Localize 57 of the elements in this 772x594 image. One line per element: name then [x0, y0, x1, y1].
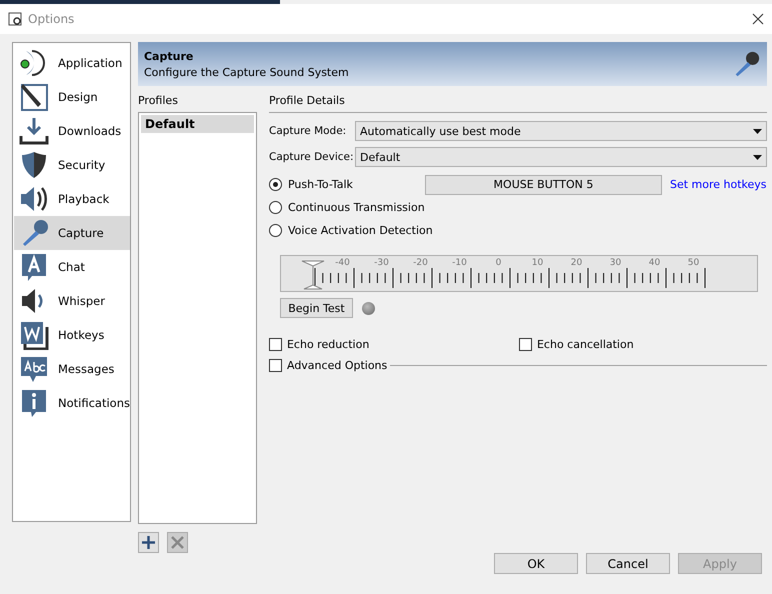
radio-option[interactable]: Voice Activation Detection — [268, 224, 433, 238]
header-title: Capture — [144, 50, 194, 63]
sidebar-item[interactable]: Design — [14, 80, 130, 114]
sidebar-item[interactable]: Security — [14, 148, 130, 182]
close-icon[interactable] — [752, 13, 764, 26]
tick-label: -30 — [373, 258, 390, 268]
caret-icon — [752, 128, 762, 134]
radio-option[interactable]: Push-To-Talk — [268, 178, 425, 192]
radio-button[interactable] — [268, 201, 282, 214]
caret-icon — [752, 154, 762, 160]
tick-label: 10 — [530, 258, 544, 268]
tick-label: 50 — [686, 258, 700, 268]
radio-button[interactable] — [268, 178, 282, 192]
details-heading: Profile Details — [268, 94, 346, 108]
hotkeys-link[interactable]: Set more hotkeys — [670, 178, 767, 192]
hotkey-button[interactable]: MOUSE BUTTON 5 — [424, 174, 662, 195]
tick-label: 0 — [494, 258, 502, 268]
slider-handle[interactable] — [300, 258, 325, 290]
dialog-button[interactable]: Cancel — [586, 553, 670, 574]
plus-icon — [140, 535, 156, 550]
keyboard-key-icon — [18, 320, 50, 350]
download-icon — [18, 116, 50, 146]
sidebar-item[interactable]: Chat — [14, 250, 130, 284]
tick-label: -20 — [412, 258, 429, 268]
dialog-button[interactable]: OK — [494, 553, 578, 574]
tick-label: 20 — [570, 258, 584, 268]
sidebar-item[interactable]: Notifications — [14, 386, 130, 420]
sidebar-item[interactable]: Whisper — [14, 284, 130, 318]
text-bubble-icon — [18, 354, 50, 384]
dropdown-field[interactable]: Default — [354, 147, 767, 168]
radio-button[interactable] — [268, 224, 282, 238]
begin-test-button[interactable]: Begin Test — [280, 298, 353, 318]
threshold-slider[interactable]: -40 -30 -20 -10 0 10 20 30 40 50 — [280, 255, 758, 292]
tick-label: -10 — [451, 258, 468, 268]
add-button[interactable] — [138, 532, 159, 554]
radio-option[interactable]: Continuous Transmission — [268, 201, 425, 214]
sidebar-item[interactable]: Playback — [14, 182, 130, 216]
tick-label: 30 — [608, 258, 622, 268]
pencil-frame-icon — [18, 82, 50, 112]
profile-item[interactable]: Default — [140, 115, 254, 134]
profiles-heading: Profiles — [138, 94, 179, 108]
checkbox-option[interactable]: Echo reduction — [268, 334, 519, 356]
field-label: Capture Device: — [268, 151, 355, 164]
field-label: Capture Mode: — [268, 125, 348, 138]
sidebar-item[interactable]: Application — [14, 46, 130, 80]
sidebar-item[interactable]: Hotkeys — [14, 318, 130, 352]
window-title: Options — [28, 12, 76, 26]
sidebar-item[interactable]: Downloads — [14, 114, 130, 148]
checkbox-option[interactable]: Advanced Options — [268, 355, 388, 376]
header-subtitle: Configure the Capture Sound System — [144, 66, 350, 79]
checkbox-option[interactable]: Echo cancellation — [518, 334, 767, 356]
dropdown-field[interactable]: Automatically use best mode — [354, 121, 767, 142]
tick-label: -40 — [334, 258, 351, 268]
close-icon — [170, 536, 184, 550]
sidebar-item[interactable]: Messages — [14, 352, 130, 386]
sidebar-item[interactable]: Capture — [14, 216, 130, 250]
tick-label: 40 — [648, 258, 662, 268]
